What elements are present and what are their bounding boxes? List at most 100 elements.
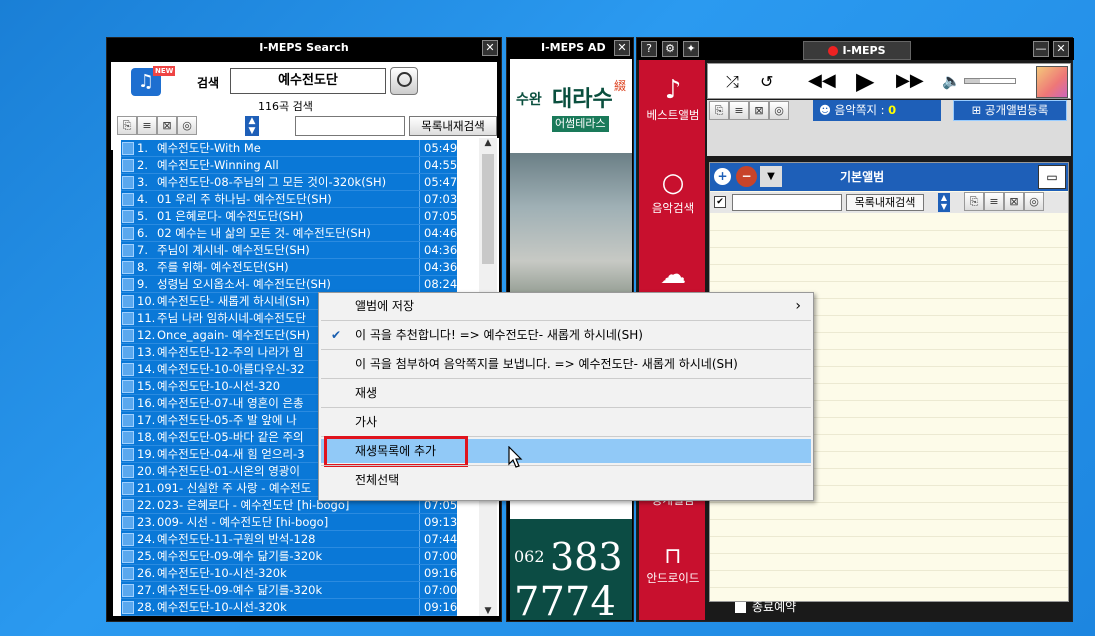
menu-item-recommend[interactable]: ✔ 이 곡을 추천합니다! => 예수전도단- 새롭게 하시네(SH) [321,322,811,348]
scroll-thumb[interactable] [482,154,494,264]
public-album-button[interactable]: ⊞ 공개앨범등록 [953,100,1067,121]
message-label: 음악쪽지 : [834,103,885,117]
chat-icon[interactable]: ◎ [177,116,197,135]
delete-icon[interactable]: ⊠ [157,116,177,135]
track-icon [122,295,134,308]
album-filter-input[interactable] [732,194,842,211]
table-row[interactable]: 1. 예수전도단-With Me 05:49 [121,140,457,157]
track-title: 예수전도단-09-예수 닮기를-320k [157,549,323,563]
track-icon [122,499,134,512]
track-number: 5. [137,209,148,223]
track-number: 6. [137,226,148,240]
album-delete-icon[interactable]: ⊠ [1004,192,1024,211]
table-row[interactable]: 4. 01 우리 주 하나님- 예수전도단(SH) 07:03 [121,191,457,208]
menu-item-play[interactable]: 재생 [321,380,811,406]
sidebar-item-android[interactable]: ⊓ 안드로이드 [641,532,705,602]
track-icon [122,312,134,325]
volume-slider[interactable] [964,78,1016,84]
table-row[interactable]: 5. 01 은혜로다- 예수전도단(SH) 07:05 [121,208,457,225]
menu-item-send-message[interactable]: 이 곡을 첨부하여 음악쪽지를 보냅니다. => 예수전도단- 새롭게 하시네(… [321,351,811,377]
repeat-one-icon[interactable]: ↺ [760,72,773,91]
table-row[interactable]: 6. 02 예수는 내 삶의 모든 것- 예수전도단(SH) 04:46 [121,225,457,242]
album-chat-icon[interactable]: ◎ [1024,192,1044,211]
inlist-search-button[interactable]: 목록내재검색 [409,116,497,136]
help-button[interactable]: ? [641,41,657,57]
select-all-icon[interactable]: ⎘ [117,116,137,135]
table-row[interactable]: 2. 예수전도단-Winning All 04:55 [121,157,457,174]
track-icon [122,176,134,189]
minimize-button[interactable]: — [1033,41,1049,57]
track-title: 01 우리 주 하나님- 예수전도단(SH) [157,192,332,206]
main-select-icon[interactable]: ⎘ [709,101,729,120]
search-window-close-button[interactable]: ✕ [482,40,498,56]
track-icon [122,550,134,563]
ad-brand-sub: 어썸테라스 [552,116,609,132]
main-delete-icon[interactable]: ⊠ [749,101,769,120]
skin-cube-icon[interactable] [1036,66,1068,98]
next-icon[interactable]: ▶▶ [896,70,924,91]
message-box[interactable]: ☻ 음악쪽지 : 0 [813,100,941,121]
track-duration: 09:16 [419,565,457,581]
track-number: 21. [137,481,156,495]
table-row[interactable]: 24. 예수전도단-11-구원의 반석-128 07:44 [121,531,457,548]
album-folder-icon[interactable]: ▭ [1038,165,1066,189]
ad-brand-big: 대라수 [552,87,613,112]
menu-item-save-to-album[interactable]: 앨범에 저장 › [321,293,811,319]
scroll-down-icon[interactable]: ▼ [479,606,497,616]
sidebar-item-best-album[interactable]: ♪ 베스트앨범 [641,59,705,147]
album-checkbox[interactable]: ✔ [714,196,726,208]
album-dropdown-icon[interactable]: ▼ [760,166,782,187]
table-row[interactable]: 23. 009- 시선 - 예수전도단 [hi-bogo] 09:13 [121,514,457,531]
sidebar-item-cloud[interactable]: ☁ [641,244,705,294]
track-number: 3. [137,175,148,189]
table-row[interactable]: 28. 예수전도단-10-시선-320k 09:16 [121,599,457,616]
album-inlist-search-button[interactable]: 목록내재검색 [846,194,924,211]
album-select-icon[interactable]: ⎘ [964,192,984,211]
message-count: 0 [888,103,897,117]
track-number: 23. [137,515,156,529]
album-sort-spinner[interactable]: ▲ ▼ [938,193,950,212]
cloud-upload-icon: ☁ [660,260,686,290]
menu-item-lyrics[interactable]: 가사 [321,409,811,435]
track-title: 예수전도단-Winning All [157,158,279,172]
main-close-button[interactable]: ✕ [1053,41,1069,57]
track-duration: 08:24 [419,276,457,292]
search-button[interactable] [390,67,418,95]
search-input[interactable]: 예수전도단 [230,68,386,94]
track-icon [122,448,134,461]
track-number: 2. [137,158,148,172]
table-row[interactable]: 9. 성령님 오시옵소서- 예수전도단(SH) 08:24 [121,276,457,293]
settings-gear-icon[interactable]: ⚙ [662,41,678,57]
table-row[interactable]: 25. 예수전도단-09-예수 닮기를-320k 07:00 [121,548,457,565]
search-toolbar: ⎘ ≡ ⊠ ◎ ▲ ▼ 목록내재검색 [117,116,497,138]
volume-icon[interactable]: 🔈 [942,72,961,90]
album-list-icon[interactable]: ≡ [984,192,1004,211]
table-row[interactable]: 3. 예수전도단-08-주님의 그 모든 것이-320k(SH) 05:47 [121,174,457,191]
remove-album-icon[interactable]: − [736,166,757,187]
table-row[interactable]: 27. 예수전도단-09-예수 닮기를-320k 07:00 [121,582,457,599]
sort-spinner[interactable]: ▲ ▼ [245,116,259,136]
table-row[interactable]: 26. 예수전도단-10-시선-320k 09:16 [121,565,457,582]
menu-item-select-all[interactable]: 전체선택 [321,467,811,493]
add-album-icon[interactable]: + [712,166,733,187]
table-row[interactable]: 7. 주님이 계시네- 예수전도단(SH) 04:36 [121,242,457,259]
scroll-up-icon[interactable]: ▲ [479,138,497,154]
list-icon[interactable]: ≡ [137,116,157,135]
main-toolbar: ⎘ ≡ ⊠ ◎ ☻ 음악쪽지 : 0 ⊞ 공개앨범등록 [707,100,1071,156]
sidebar-item-music-search[interactable]: ○ 음악검색 [641,152,705,240]
main-chat-icon[interactable]: ◎ [769,101,789,120]
track-icon [122,159,134,172]
track-number: 27. [137,583,156,597]
shuffle-icon[interactable]: ⤮ [726,72,739,92]
pin-icon[interactable]: ✦ [683,41,699,57]
shutdown-checkbox[interactable] [735,602,746,613]
play-icon[interactable]: ▶ [856,67,874,95]
inlist-filter-input[interactable] [295,116,405,136]
track-title: 성령님 오시옵소서- 예수전도단(SH) [157,277,331,291]
context-menu: 앨범에 저장 › ✔ 이 곡을 추천합니다! => 예수전도단- 새롭게 하시네… [318,292,814,501]
ad-window-close-button[interactable]: ✕ [614,40,630,56]
previous-icon[interactable]: ◀◀ [808,70,836,91]
table-row[interactable]: 8. 주를 위해- 예수전도단(SH) 04:36 [121,259,457,276]
track-number: 10. [137,294,156,308]
main-list-icon[interactable]: ≡ [729,101,749,120]
